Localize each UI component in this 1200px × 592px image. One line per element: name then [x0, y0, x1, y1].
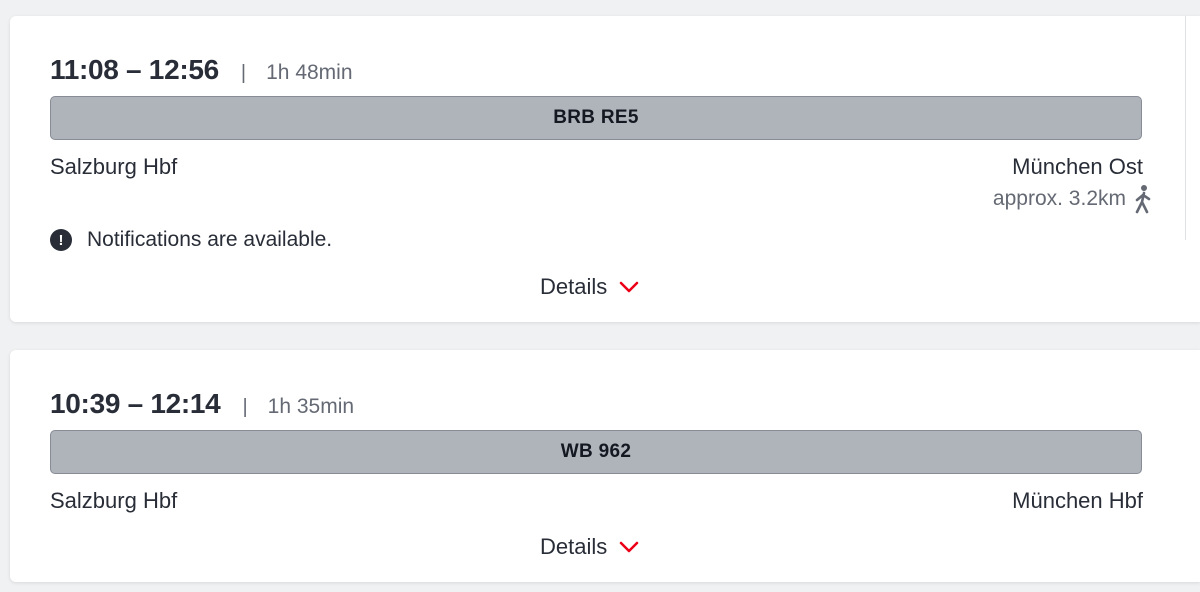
chevron-down-icon	[620, 541, 639, 553]
time-range: 10:39 – 12:14	[50, 388, 221, 419]
duration: 1h 35min	[267, 395, 355, 418]
card-divider	[1185, 16, 1200, 240]
walk-info: approx. 3.2km	[993, 184, 1152, 214]
time-row: 10:39 – 12:14 | 1h 35min	[50, 388, 354, 420]
connection-card[interactable]: 11:08 – 12:56 | 1h 48min BRB RE5 Salzbur…	[10, 16, 1200, 322]
notice-text: Notifications are available.	[87, 228, 333, 251]
alert-icon: !	[50, 229, 72, 251]
details-toggle[interactable]: Details	[540, 534, 639, 560]
departure-station: Salzburg Hbf	[50, 488, 178, 513]
time-row: 11:08 – 12:56 | 1h 48min	[50, 54, 353, 86]
duration: 1h 48min	[266, 61, 353, 84]
details-toggle[interactable]: Details	[540, 274, 639, 300]
notification-notice: ! Notifications are available.	[50, 228, 332, 252]
details-label: Details	[540, 274, 608, 299]
separator: |	[240, 62, 247, 84]
arrival-station: München Hbf	[1012, 488, 1143, 513]
walk-distance: approx. 3.2km	[992, 187, 1126, 210]
departure-station: Salzburg Hbf	[50, 154, 178, 179]
separator: |	[242, 396, 248, 418]
train-segment-bar[interactable]: BRB RE5	[50, 96, 1142, 140]
arrival-station: München Ost	[1012, 154, 1143, 179]
walking-person-icon	[1135, 185, 1151, 214]
connection-card[interactable]: 10:39 – 12:14 | 1h 35min WB 962 Salzburg…	[10, 350, 1200, 582]
connection-list: 11:08 – 12:56 | 1h 48min BRB RE5 Salzbur…	[0, 0, 1200, 592]
details-label: Details	[540, 534, 608, 559]
chevron-down-icon	[620, 281, 639, 293]
train-segment-bar[interactable]: WB 962	[50, 430, 1142, 474]
time-range: 11:08 – 12:56	[50, 54, 219, 85]
